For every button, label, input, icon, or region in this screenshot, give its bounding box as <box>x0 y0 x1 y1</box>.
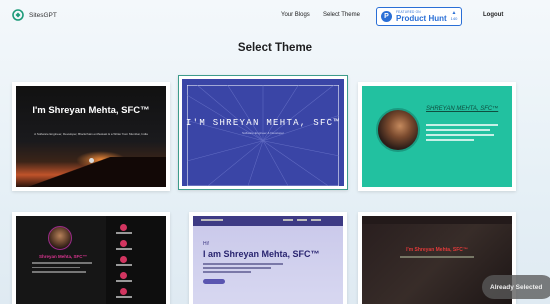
theme-preview-name: I am Shreyan Mehta, SFC™ <box>203 249 320 259</box>
theme-preview-name: I'm Shreyan Mehta, SFC™ <box>32 105 150 116</box>
theme-preview-tagline: Software Engineer & Developer <box>241 131 285 135</box>
theme-preview-name: SHREYAN MEHTA, SFC™ <box>426 106 499 112</box>
nav-your-blogs[interactable]: Your Blogs <box>281 12 310 18</box>
theme-preview-3: SHREYAN MEHTA, SFC™ <box>362 86 512 187</box>
brand-name: SitesGPT <box>29 11 57 19</box>
upvote-counter: ▲ 140 <box>448 10 460 21</box>
page-title: Select Theme <box>237 42 313 54</box>
theme-card-3[interactable]: SHREYAN MEHTA, SFC™ <box>358 82 516 191</box>
scroll-down-icon <box>89 158 94 163</box>
theme-card-4[interactable]: Shreyan Mehta, SFC™ <box>12 212 170 304</box>
sitesgpt-logo-icon <box>12 9 24 21</box>
product-hunt-name: Product Hunt <box>396 14 447 23</box>
theme-card-5[interactable]: Hi! I am Shreyan Mehta, SFC™ <box>189 212 347 304</box>
theme-preview-navbar <box>362 216 512 224</box>
top-header: SitesGPT Your Blogs Select Theme P FEATU… <box>0 0 550 32</box>
theme-preview-5: Hi! I am Shreyan Mehta, SFC™ <box>193 216 343 304</box>
theme-preview-button <box>203 279 225 284</box>
product-hunt-badge[interactable]: P FEATURED ON Product Hunt ▲ 140 <box>376 7 462 26</box>
theme-card-1[interactable]: I'm Shreyan Mehta, SFC™ A Software Engin… <box>12 82 170 191</box>
product-hunt-icon: P <box>381 11 392 22</box>
theme-preview-text-lines <box>32 262 92 276</box>
theme-preview-navbar <box>193 216 343 226</box>
theme-preview-name: Shreyan Mehta, SFC™ <box>38 254 87 259</box>
theme-card-2[interactable]: I'M SHREYAN MEHTA, SFC™ Software Enginee… <box>178 75 348 190</box>
theme-preview-name: I'm Shreyan Mehta, SFC™ <box>406 247 468 253</box>
theme-preview-4: Shreyan Mehta, SFC™ <box>16 216 166 304</box>
theme-preview-name: I'M SHREYAN MEHTA, SFC™ <box>185 118 341 128</box>
brand-logo[interactable]: SitesGPT <box>12 9 57 21</box>
nav-select-theme[interactable]: Select Theme <box>323 12 360 18</box>
theme-preview-greeting: Hi! <box>203 241 210 247</box>
theme-preview-1: I'm Shreyan Mehta, SFC™ A Software Engin… <box>16 86 166 187</box>
upvote-count: 140 <box>450 16 458 21</box>
theme-preview-tagline: A Software Engineer, Developer, Blockcha… <box>34 132 148 136</box>
theme-preview-2: I'M SHREYAN MEHTA, SFC™ Software Enginee… <box>182 79 344 186</box>
theme-preview-text-lines <box>203 263 283 275</box>
logout-link[interactable]: Logout <box>483 12 503 18</box>
theme-preview-text-lines <box>426 124 506 144</box>
avatar <box>48 226 72 250</box>
already-selected-toast: Already Selected <box>482 275 550 299</box>
profile-photo <box>376 108 420 152</box>
cracked-glass-pattern <box>187 85 339 186</box>
side-menu-icons <box>116 224 132 304</box>
